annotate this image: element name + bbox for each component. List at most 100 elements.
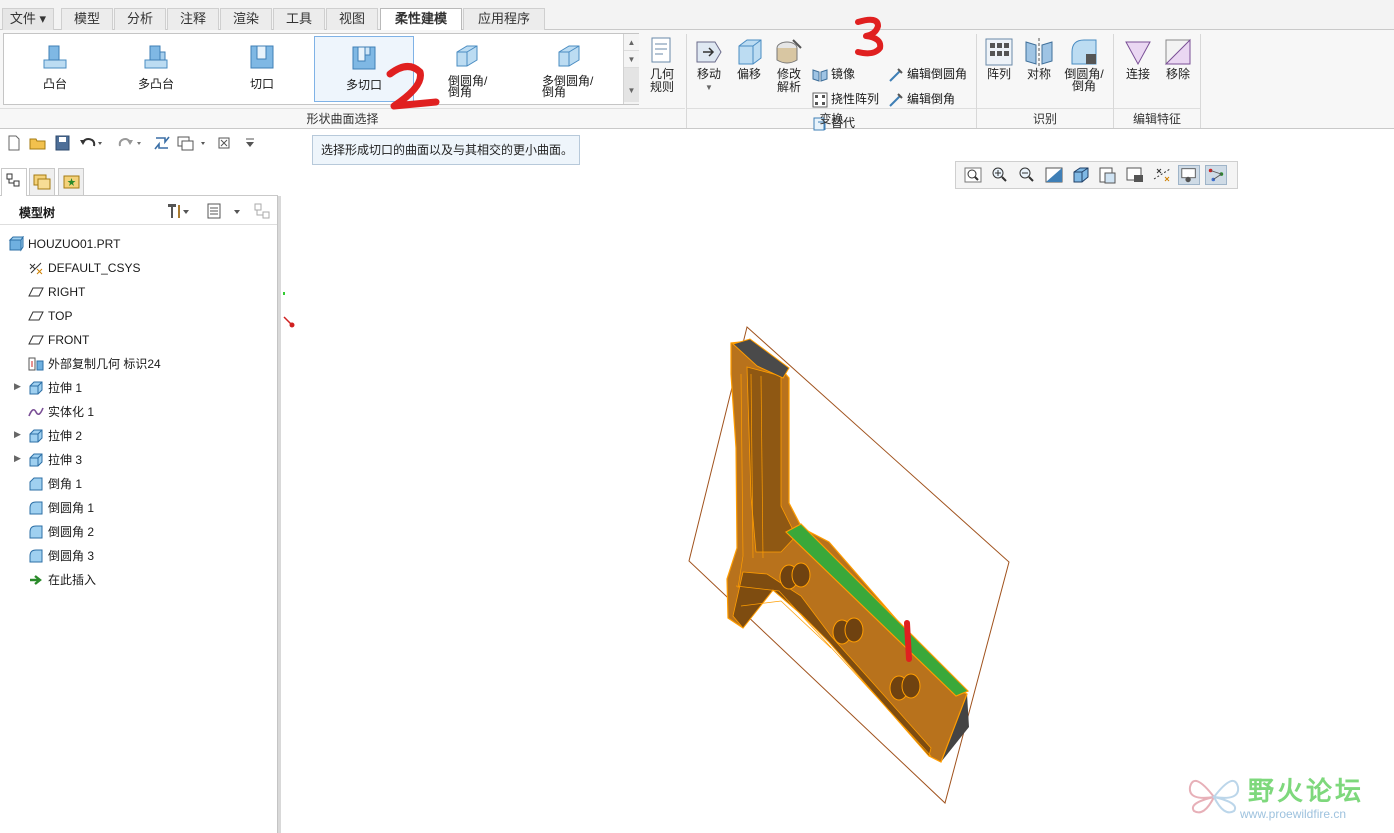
navigator-tabs xyxy=(0,166,278,196)
gallery-item-cut[interactable]: 切口 xyxy=(210,36,314,102)
tree-settings-icon[interactable] xyxy=(164,201,190,221)
tree-item[interactable]: 倒圆角 2 xyxy=(0,520,278,544)
tree-item[interactable]: HOUZUO01.PRT xyxy=(0,232,278,256)
edit-round-icon xyxy=(889,68,903,82)
gallery-expand-icon[interactable]: ▼ xyxy=(624,68,639,102)
tree-item-label: RIGHT xyxy=(48,285,86,299)
gallery-scrollbar[interactable]: ▲ ▼ ▼ xyxy=(623,34,639,104)
tree-item[interactable]: 外部复制几何 标识24 xyxy=(0,352,278,376)
view-manager-icon[interactable] xyxy=(1124,165,1146,185)
undo-icon[interactable] xyxy=(78,134,104,152)
tree-item[interactable]: 倒圆角 1 xyxy=(0,496,278,520)
tree-item-label: HOUZUO01.PRT xyxy=(28,237,121,251)
repaint-icon[interactable] xyxy=(1043,165,1065,185)
spin-center-icon[interactable] xyxy=(1205,165,1227,185)
close-window-icon[interactable] xyxy=(216,134,232,152)
refit-icon[interactable] xyxy=(962,165,984,185)
tree-item[interactable]: TOP xyxy=(0,304,278,328)
datum-display-icon[interactable] xyxy=(1151,165,1173,185)
tab-tools[interactable]: 工具 xyxy=(273,8,325,30)
group-label-shape-surface: 形状曲面选择 xyxy=(0,108,685,128)
new-file-icon[interactable] xyxy=(6,134,22,152)
recognize-round-chamfer-button[interactable]: 倒圆角/ 倒角 xyxy=(1060,36,1108,92)
button-label: 编辑倒角 xyxy=(907,92,956,106)
tab-applications[interactable]: 应用程序 xyxy=(463,8,545,30)
recognize-pattern-button[interactable]: 阵列 xyxy=(982,36,1016,81)
tree-item[interactable]: ▶ 拉伸 1 xyxy=(0,376,278,400)
redo-icon[interactable] xyxy=(116,134,144,152)
quick-access-toolbar xyxy=(0,130,278,156)
tab-favorites[interactable] xyxy=(58,168,84,195)
expand-arrow-icon[interactable]: ▶ xyxy=(14,381,21,392)
group-label-transform: 变换 xyxy=(687,108,976,128)
tab-flexible-modeling[interactable]: 柔性建模 xyxy=(380,8,462,31)
saved-views-icon[interactable] xyxy=(1097,165,1119,185)
regenerate-icon[interactable] xyxy=(153,134,171,152)
tab-render[interactable]: 渲染 xyxy=(220,8,272,30)
tab-model[interactable]: 模型 xyxy=(61,8,113,30)
attach-button[interactable]: 连接 xyxy=(1120,36,1156,81)
tab-file[interactable]: 文件 ▾ xyxy=(2,8,54,30)
customize-toolbar-icon[interactable] xyxy=(244,134,256,152)
insert-here-icon xyxy=(30,575,42,585)
tab-folder-browser[interactable] xyxy=(29,168,55,195)
expand-arrow-icon[interactable]: ▶ xyxy=(14,453,21,464)
group-label-recognize: 识别 xyxy=(977,108,1113,128)
round-icon xyxy=(29,525,43,539)
expand-arrow-icon[interactable]: ▶ xyxy=(14,429,21,440)
tab-analysis[interactable]: 分析 xyxy=(114,8,166,30)
tree-item[interactable]: RIGHT xyxy=(0,280,278,304)
modify-analytic-button[interactable]: 修改 解析 xyxy=(770,36,808,94)
move-button[interactable]: 移动 ▼ xyxy=(690,36,728,94)
offset-button[interactable]: 偏移 xyxy=(732,36,766,81)
recognize-symmetry-button[interactable]: 对称 xyxy=(1022,36,1056,81)
button-label: 偏移 xyxy=(736,67,761,81)
tree-item[interactable]: 实体化 1 xyxy=(0,400,278,424)
tree-item[interactable]: FRONT xyxy=(0,328,278,352)
tree-item[interactable]: DEFAULT_CSYS xyxy=(0,256,278,280)
gallery-item-boss[interactable]: 凸台 xyxy=(6,36,104,102)
edit-chamfer-button[interactable]: 编辑倒角 xyxy=(888,89,955,109)
save-icon[interactable] xyxy=(54,134,70,152)
tab-model-tree[interactable] xyxy=(1,168,27,196)
graphics-canvas[interactable] xyxy=(281,196,1394,833)
gallery-item-multi-boss[interactable]: 多凸台 xyxy=(104,36,208,102)
gallery-item-multi-round-chamfer[interactable]: 多倒圆角/ 倒角 xyxy=(516,36,620,102)
tab-annotate[interactable]: 注释 xyxy=(167,8,219,30)
tree-item-label: 拉伸 2 xyxy=(48,429,83,443)
annotation-display-icon[interactable] xyxy=(1178,165,1200,185)
tooltip: 选择形成切口的曲面以及与其相交的更小曲面。 xyxy=(312,135,580,165)
open-folder-icon[interactable] xyxy=(29,134,47,152)
button-label: 修改 解析 xyxy=(776,67,801,94)
zoom-out-icon[interactable] xyxy=(1016,165,1038,185)
tree-item[interactable]: ▶ 拉伸 2 xyxy=(0,424,278,448)
tab-view[interactable]: 视图 xyxy=(326,8,378,30)
windows-icon[interactable] xyxy=(176,134,210,152)
button-label: 几何 规则 xyxy=(649,67,674,94)
model-tree-icon xyxy=(6,173,20,187)
tree-item-label: 倒圆角 3 xyxy=(48,549,95,563)
model-view[interactable] xyxy=(281,196,1394,833)
gallery-item-label: 凸台 xyxy=(42,77,67,91)
mirror-button[interactable]: 镜像 xyxy=(812,64,855,84)
edit-chamfer-icon xyxy=(889,93,903,107)
display-style-icon[interactable] xyxy=(1070,165,1092,185)
scroll-down-icon[interactable]: ▼ xyxy=(624,51,639,68)
tree-item[interactable]: 在此插入 xyxy=(0,568,278,592)
tree-item[interactable]: ▶ 拉伸 3 xyxy=(0,448,278,472)
edit-round-button[interactable]: 编辑倒圆角 xyxy=(888,64,967,84)
flexible-pattern-button[interactable]: 挠性阵列 xyxy=(812,89,879,109)
remove-button[interactable]: 移除 xyxy=(1160,36,1196,81)
menu-tab-bar: 文件 ▾ 模型 分析 注释 渲染 工具 视图 柔性建模 应用程序 xyxy=(0,0,1394,31)
recognize-pattern-icon xyxy=(985,38,1013,66)
copy-geom-icon xyxy=(28,357,44,371)
tree-item[interactable]: 倒圆角 3 xyxy=(0,544,278,568)
chamfer-icon xyxy=(29,477,43,491)
tree-filter-icon[interactable] xyxy=(252,201,274,221)
scroll-up-icon[interactable]: ▲ xyxy=(624,34,639,51)
tree-columns-icon[interactable] xyxy=(205,201,243,221)
zoom-in-icon[interactable] xyxy=(989,165,1011,185)
geometry-rules-button[interactable]: 几何 规则 xyxy=(643,36,681,94)
tree-item[interactable]: 倒角 1 xyxy=(0,472,278,496)
graphics-toolbar xyxy=(955,161,1238,189)
